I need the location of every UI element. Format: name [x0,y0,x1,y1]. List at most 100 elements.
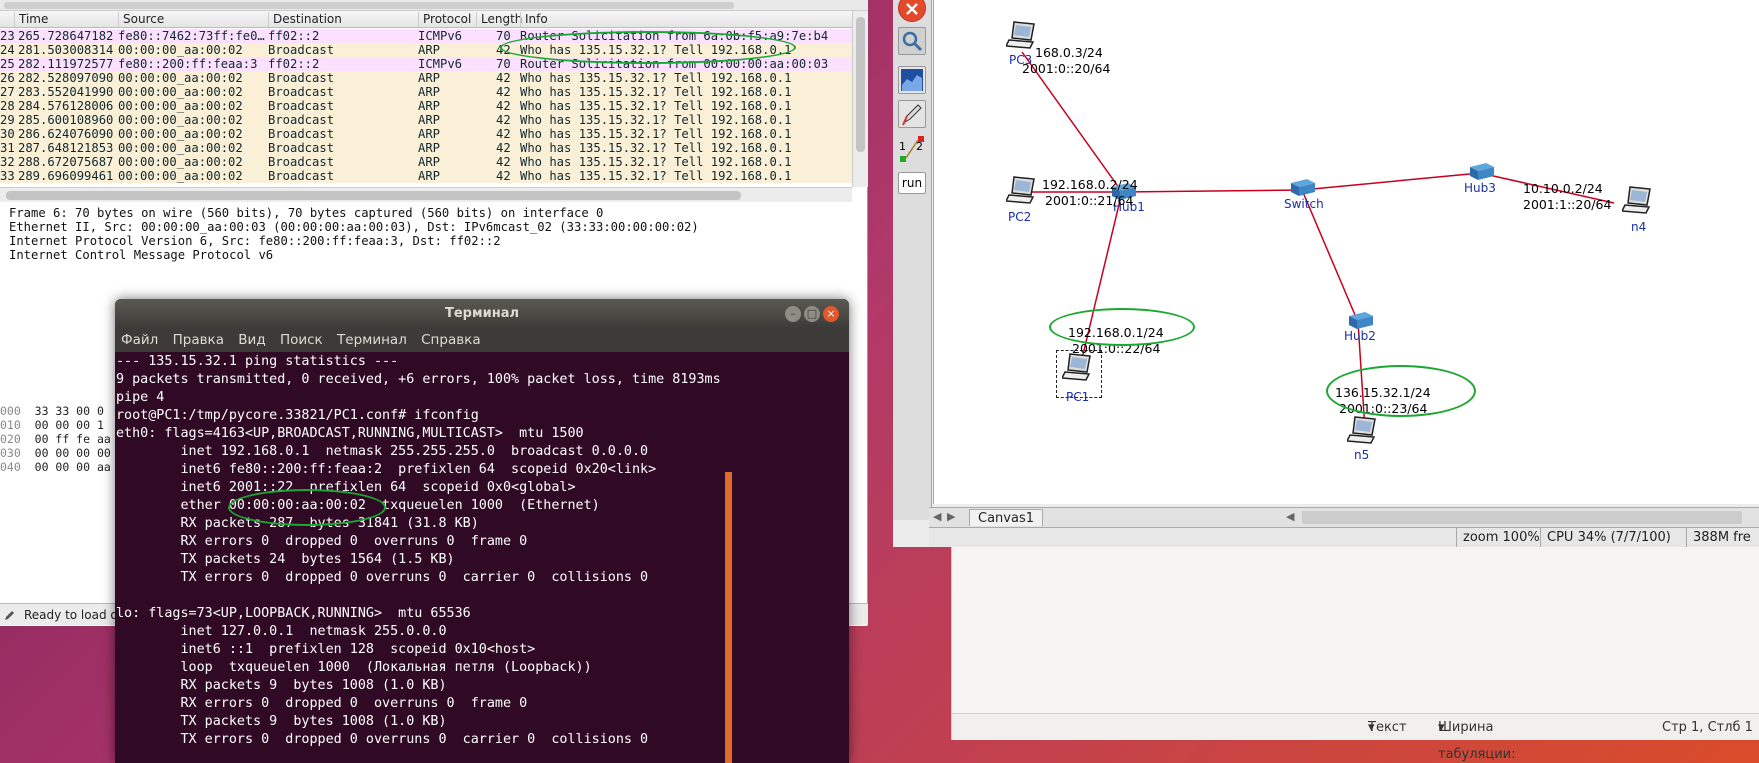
maximize-icon[interactable]: □ [804,306,820,322]
menu-terminal[interactable]: Терминал [337,332,407,348]
link-switch-hub3[interactable] [1301,172,1481,191]
laptop-pc2-icon[interactable] [1006,175,1040,205]
node-label-hub3[interactable]: Hub3 [1464,181,1496,195]
packet-row[interactable]: 30 286.624076090 00:00:00_aa:00:02 Broadcas… [0,127,852,141]
two-node-tool-icon[interactable]: 12 [898,136,926,164]
packet-row[interactable]: 26 282.528097090 00:00:00_aa:00:02 Broadcas… [0,71,852,85]
addr-pc2-ipv4: 192.168.0.2/24 [1042,177,1138,192]
link-hub1-switch[interactable] [1121,189,1303,193]
menu-search[interactable]: Поиск [280,332,323,348]
packet-row[interactable]: 23 265.728647182 fe80::7462:73ff:fe0… ff02:… [0,29,852,43]
packet-info: Who has 135.15.32.1? Tell 192.168.0.1 [520,99,792,113]
node-label-switch[interactable]: Switch [1284,197,1324,211]
packet-time: 284.576128006 [18,99,114,113]
node-label-pc1[interactable]: PC1 [1066,390,1089,404]
column-destination[interactable]: Destination [268,12,418,27]
tab-next-icon[interactable]: ▶ [947,510,955,523]
vscroll-thumb[interactable] [856,17,865,152]
node-label-pc2[interactable]: PC2 [1008,210,1031,224]
filter-scrollbar[interactable] [0,0,868,11]
detail-frame[interactable]: Frame 6: 70 bytes on wire (560 bits), 70… [0,206,868,220]
packet-dst: Broadcast [268,155,335,169]
detail-ethernet[interactable]: Ethernet II, Src: 00:00:00_aa:00:03 (00:… [0,220,868,234]
packet-row[interactable]: 28 284.576128006 00:00:00_aa:00:02 Broadcas… [0,99,852,113]
column-time[interactable]: Time [14,12,118,27]
packet-row[interactable]: 31 287.648121853 00:00:00_aa:00:02 Broadcas… [0,141,852,155]
column-info[interactable]: Info [520,12,852,27]
edit-icon[interactable] [4,609,16,621]
hscroll-left-icon[interactable]: ◀ [1286,510,1294,523]
packet-dst: ff02::2 [268,29,320,43]
packet-list-vscroll[interactable] [852,11,868,187]
hub3-icon[interactable] [1466,161,1496,183]
packet-dst: Broadcast [268,113,335,127]
bytes-row: 000 33 33 00 0 [0,404,120,418]
graph-icon[interactable] [898,66,926,94]
terminal-titlebar[interactable]: Терминал [115,299,849,328]
packet-src: 00:00:00_aa:00:02 [118,169,243,183]
menu-view[interactable]: Вид [238,332,265,348]
run-tool-icon[interactable]: run [898,172,926,194]
tab-prev-icon[interactable]: ◀ [933,510,941,523]
terminal-line: RX packets 287 bytes 31841 (31.8 KB) [116,516,479,531]
zoom-icon[interactable] [898,27,926,55]
terminal-line: TX packets 24 bytes 1564 (1.5 KB) [116,552,455,567]
packet-row[interactable]: 32 288.672075687 00:00:00_aa:00:02 Broadcas… [0,155,852,169]
core-toolbar: 12 run [893,0,932,520]
packet-row[interactable]: 27 283.552041990 00:00:00_aa:00:02 Broadcas… [0,85,852,99]
packet-dst: Broadcast [268,43,335,57]
packet-row[interactable]: 29 285.600108960 00:00:00_aa:00:02 Broadcas… [0,113,852,127]
node-label-n4[interactable]: n4 [1631,220,1646,234]
packet-no: 25 [0,57,15,71]
packet-time: 287.648121853 [18,141,114,155]
detail-icmpv6[interactable]: Internet Control Message Protocol v6 [0,248,868,262]
packet-row[interactable]: 33 289.696099461 00:00:00_aa:00:02 Broadcas… [0,169,852,183]
canvas-hscroll[interactable] [1302,511,1742,524]
addr-pc3-ipv6: 2001:0::20/64 [1022,61,1111,76]
marker-icon[interactable] [898,100,926,128]
packet-len: 42 [496,169,511,183]
node-label-hub2[interactable]: Hub2 [1344,329,1376,343]
packet-src: fe80::200:ff:feaa:3 [118,57,258,71]
packet-list-hscroll[interactable] [0,187,852,202]
close-icon[interactable]: × [823,306,839,322]
terminal-line: eth0: flags=4163<UP,BROADCAST,RUNNING,MU… [116,426,584,441]
gedit-statusbar: Текст ▾ Ширина табуляции: 8 ▾ Стр 1, Стл… [952,713,1759,762]
menu-edit[interactable]: Правка [173,332,224,348]
packet-info: Who has 135.15.32.1? Tell 192.168.0.1 [520,43,792,57]
column-length[interactable]: Length [476,12,522,27]
switch-icon[interactable] [1287,177,1317,199]
packet-proto: ARP [418,99,441,113]
terminal-output[interactable]: --- 135.15.32.1 ping statistics --- 9 pac… [115,353,849,763]
zoom-status: zoom 100% [1456,528,1540,548]
addr-n4-ipv4: 10.10.0.2/24 [1523,181,1603,196]
menu-help[interactable]: Справка [421,332,480,348]
laptop-n4-icon[interactable] [1622,185,1656,215]
filter-scroll-thumb[interactable] [4,2,734,9]
minimize-icon[interactable]: – [785,306,801,322]
packet-details: Frame 6: 70 bytes on wire (560 bits), 70… [0,206,868,266]
terminal-scrollbar[interactable] [725,472,732,763]
tab-canvas1[interactable]: Canvas1 [969,509,1043,526]
column-no[interactable] [0,12,14,27]
menu-file[interactable]: Файл [121,332,158,348]
terminal-line: inet6 ::1 prefixlen 128 scopeid 0x10<hos… [116,642,536,657]
packet-len: 42 [496,71,511,85]
column-protocol[interactable]: Protocol [418,12,476,27]
packet-proto: ARP [418,141,441,155]
packet-row[interactable]: 25 282.111972577 fe80::200:ff:feaa:3 ff02::… [0,57,852,71]
packet-proto: ARP [418,169,441,183]
addr-n5-ipv4: 136.15.32.1/24 [1335,385,1431,400]
bytes-row: 040 00 00 00 aa [0,460,120,474]
hscroll-thumb[interactable] [6,191,741,200]
detail-ipv6[interactable]: Internet Protocol Version 6, Src: fe80::… [0,234,868,248]
column-source[interactable]: Source [118,12,268,27]
network-canvas[interactable]: PC3 PC2 PC1 Hub1 Switch Hub3 Hub2 n4 n5 … [933,0,1759,504]
laptop-n5-icon[interactable] [1347,415,1381,445]
close-icon[interactable] [898,0,926,22]
packet-row[interactable]: 24 281.503008314 00:00:00_aa:00:02 Broadcas… [0,43,852,57]
packet-dst: Broadcast [268,141,335,155]
terminal-line: root@PC1:/tmp/pycore.33821/PC1.conf# ifc… [116,408,479,423]
node-label-n5[interactable]: n5 [1354,448,1369,462]
bytes-hex: 00 00 00 aa [34,460,111,474]
